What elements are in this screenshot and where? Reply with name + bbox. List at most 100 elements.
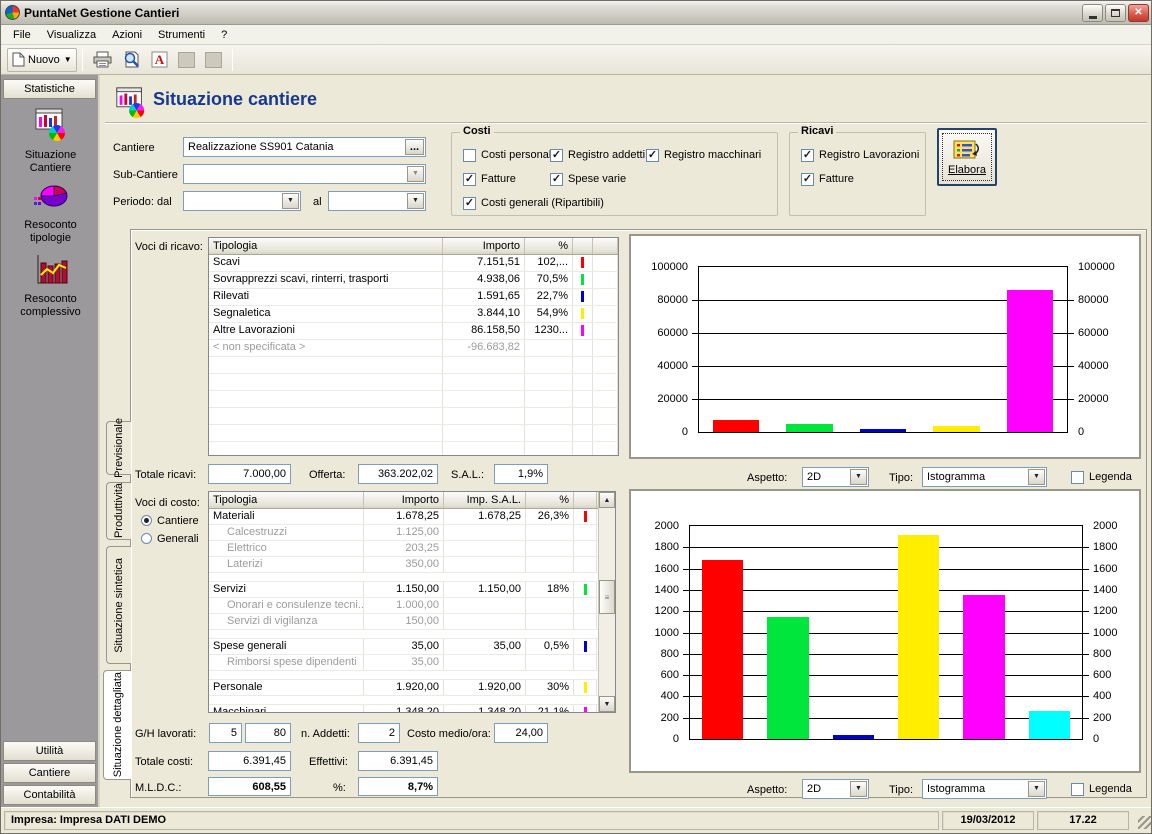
checkbox-box[interactable]: ✓: [550, 173, 563, 186]
sidebar-item-situazione-cantiere[interactable]: SituazioneCantiere: [1, 107, 100, 175]
n-addetti-field[interactable]: 2: [358, 723, 400, 743]
column-header-tipologia[interactable]: Tipologia: [209, 238, 443, 254]
checkbox-registro-addetti[interactable]: ✓Registro addetti: [550, 148, 645, 162]
chevron-down-icon[interactable]: ▼: [850, 781, 867, 797]
table-row[interactable]: < non specificata >-96.683,82: [209, 340, 618, 357]
cantiere-input[interactable]: Realizzazione SS901 Catania: [183, 137, 426, 157]
sidebar-item-resoconto-tipologie[interactable]: Resocontotipologie: [1, 179, 100, 245]
tab-produttivit[interactable]: Produttività: [106, 482, 131, 540]
tab-situazione-sintetica[interactable]: Situazione sintetica: [106, 546, 131, 664]
print-button[interactable]: [88, 48, 117, 72]
table-row[interactable]: [209, 671, 615, 680]
table-row[interactable]: [209, 696, 615, 705]
checkbox-fatture[interactable]: ✓Fatture: [801, 172, 854, 186]
radio-button[interactable]: [141, 533, 152, 544]
checkbox-box[interactable]: ✓: [463, 173, 476, 186]
table-row[interactable]: Servizi1.150,001.150,0018%: [209, 582, 615, 598]
close-button[interactable]: ✕: [1128, 4, 1149, 22]
checkbox-registro-macchinari[interactable]: ✓Registro macchinari: [646, 148, 761, 162]
table-row[interactable]: Elettrico203,25: [209, 541, 615, 557]
aspetto-select-1[interactable]: 2D ▼: [802, 467, 869, 487]
table-row[interactable]: Materiali1.678,251.678,2526,3%: [209, 509, 615, 525]
voci-di-ricavo-table[interactable]: TipologiaImporto%Scavi7.151,51102,...Sov…: [208, 237, 619, 456]
tab-previsionale[interactable]: Previsionale: [106, 421, 131, 475]
sidebar-item-resoconto-complessivo[interactable]: Resocontocomplessivo: [1, 253, 100, 319]
gh-lavorati-field-1[interactable]: 5: [209, 723, 242, 743]
chevron-down-icon[interactable]: ▼: [1028, 781, 1045, 797]
maximize-button[interactable]: [1105, 4, 1126, 22]
checkbox-box[interactable]: ✓: [801, 149, 814, 162]
table-row[interactable]: Spese generali35,0035,000,5%: [209, 639, 615, 655]
scroll-up-button[interactable]: ▲: [599, 492, 615, 508]
table-row[interactable]: Rilevati1.591,6522,7%: [209, 289, 618, 306]
column-header-blank[interactable]: [574, 492, 597, 508]
menu-item-file[interactable]: File: [5, 27, 39, 43]
menu-item-azioni[interactable]: Azioni: [104, 27, 150, 43]
table-row[interactable]: [209, 408, 618, 425]
table-row[interactable]: [209, 391, 618, 408]
column-header-tipologia[interactable]: Tipologia: [209, 492, 364, 508]
resize-grip[interactable]: [1138, 816, 1151, 829]
radio-generali[interactable]: Generali: [141, 532, 199, 545]
table-row[interactable]: Laterizi350,00: [209, 557, 615, 573]
checkbox-fatture[interactable]: ✓Fatture: [463, 172, 516, 186]
checkbox-box[interactable]: ✓: [646, 149, 659, 162]
effettivi-field[interactable]: 6.391,45: [358, 751, 438, 771]
chevron-down-icon[interactable]: ▼: [850, 469, 867, 485]
sidebar-header-statistiche[interactable]: Statistiche: [3, 79, 96, 99]
column-header-[interactable]: %: [526, 492, 574, 508]
table-row[interactable]: Altre Lavorazioni86.158,501230...: [209, 323, 618, 340]
menu-item-[interactable]: ?: [213, 27, 235, 43]
column-header-blank[interactable]: [593, 238, 618, 254]
table-row[interactable]: [209, 630, 615, 639]
new-button[interactable]: Nuovo ▼: [7, 48, 77, 72]
radio-button[interactable]: [141, 515, 152, 526]
table-row[interactable]: Calcestruzzi1.125,00: [209, 525, 615, 541]
costo-medio-field[interactable]: 24,00: [494, 723, 548, 743]
checkbox-spese-varie[interactable]: ✓Spese varie: [550, 172, 626, 186]
cantiere-browse-button[interactable]: ...: [405, 139, 424, 155]
table-row[interactable]: Personale1.920,001.920,0030%: [209, 680, 615, 696]
mldc-field[interactable]: 608,55: [208, 777, 291, 796]
sidebar-button-cantiere[interactable]: Cantiere: [3, 763, 96, 783]
table-row[interactable]: Servizi di vigilanza150,00: [209, 614, 615, 630]
column-header-importo[interactable]: Importo: [443, 238, 525, 254]
checkbox-costi-generali-ripartibili[interactable]: ✓Costi generali (Ripartibili): [463, 196, 604, 210]
sal-field[interactable]: 1,9%: [494, 464, 548, 484]
periodo-dal-picker[interactable]: ✓ dom 01/01/2012 ▼: [183, 191, 301, 211]
table-row[interactable]: Segnaletica3.844,1054,9%: [209, 306, 618, 323]
radio-cantiere[interactable]: Cantiere: [141, 514, 199, 527]
totale-costi-field[interactable]: 6.391,45: [208, 751, 291, 771]
table-row[interactable]: Rimborsi spese dipendenti35,00: [209, 655, 615, 671]
print-preview-button[interactable]: [117, 48, 146, 72]
totale-ricavi-field[interactable]: 7.000,00: [208, 464, 291, 484]
tab-situazione-dettagliata[interactable]: Situazione dettagliata: [103, 670, 131, 780]
periodo-al-picker[interactable]: lun 19/03/2012 ▼: [328, 191, 426, 211]
checkbox-registro-lavorazioni[interactable]: ✓Registro Lavorazioni: [801, 148, 919, 162]
sidebar-button-contabilita[interactable]: Contabilità: [3, 785, 96, 805]
voci-di-costo-table[interactable]: TipologiaImportoImp. S.A.L.%Materiali1.6…: [208, 491, 616, 713]
chevron-down-icon[interactable]: ▼: [407, 193, 424, 209]
checkbox-box[interactable]: ✓: [463, 197, 476, 210]
table-row[interactable]: [209, 442, 618, 456]
chevron-down-icon[interactable]: ▼: [1028, 469, 1045, 485]
offerta-field[interactable]: 363.202,02: [358, 464, 438, 484]
checkbox-box[interactable]: ✓: [801, 173, 814, 186]
menu-item-visualizza[interactable]: Visualizza: [39, 27, 104, 43]
table-row[interactable]: Macchinari1.348,201.348,2021,1%: [209, 705, 615, 713]
menu-item-strumenti[interactable]: Strumenti: [150, 27, 213, 43]
table-row[interactable]: [209, 357, 618, 374]
aspetto-select-2[interactable]: 2D ▼: [802, 779, 869, 799]
table-row[interactable]: Onorari e consulenze tecni...1.000,00: [209, 598, 615, 614]
column-header-imp-s-a-l[interactable]: Imp. S.A.L.: [444, 492, 526, 508]
scrollbar-thumb[interactable]: ≡: [599, 580, 615, 614]
legenda-checkbox-2[interactable]: Legenda: [1071, 782, 1132, 796]
scrollbar-vertical[interactable]: ▲≡▼: [598, 492, 615, 712]
chevron-down-icon[interactable]: ▼: [407, 166, 424, 182]
column-header-blank[interactable]: [573, 238, 593, 254]
tipo-select-2[interactable]: Istogramma ▼: [922, 779, 1047, 799]
table-row[interactable]: [209, 573, 615, 582]
export-pdf-button[interactable]: A: [146, 48, 173, 72]
checkbox-box[interactable]: [1071, 471, 1084, 484]
subcantiere-select[interactable]: ▼: [183, 164, 426, 184]
